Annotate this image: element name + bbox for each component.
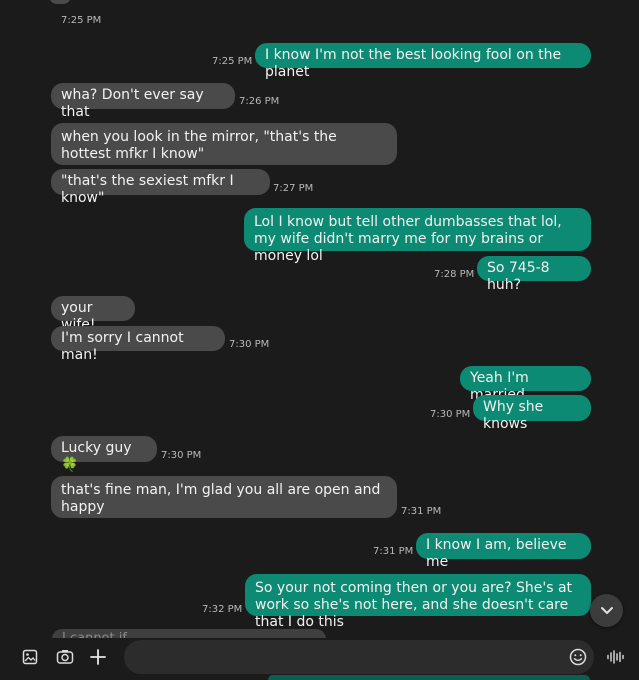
message-bubble-outgoing[interactable]: Lol I know but tell other dumbasses that… [244, 208, 591, 264]
plus-icon [90, 649, 106, 665]
timestamp: 7:25 PM [61, 15, 102, 26]
scroll-to-bottom-button[interactable] [590, 594, 623, 627]
timestamp: 7:30 PM [161, 450, 202, 461]
message-bubble-incoming[interactable]: Lucky guy 🍀 [51, 436, 157, 473]
timestamp: 7:31 PM [401, 506, 442, 517]
chat-screen: 7:25 PM I know I'm not the best looking … [0, 0, 639, 680]
timestamp: 7:31 PM [373, 546, 414, 557]
timestamp: 7:32 PM [202, 604, 243, 615]
timestamp: 7:27 PM [273, 183, 314, 194]
message-bubble-incoming[interactable]: that's fine man, I'm glad you all are op… [51, 476, 397, 518]
message-bubble-incoming[interactable]: your wife! [51, 296, 135, 333]
timestamp: 7:28 PM [434, 269, 475, 280]
camera-button[interactable] [53, 645, 77, 669]
attach-button[interactable] [86, 645, 110, 669]
camera-icon [56, 650, 74, 664]
voice-button[interactable] [603, 645, 627, 669]
message-bubble-outgoing[interactable]: I know I'm not the best looking fool on … [255, 43, 591, 80]
gallery-button[interactable] [18, 645, 42, 669]
message-bubble-incoming[interactable]: when you look in the mirror, "that's the… [51, 123, 397, 165]
message-bubble-outgoing[interactable]: I know I am, believe me [416, 533, 591, 570]
message-input[interactable] [138, 640, 562, 676]
emoji-button[interactable] [566, 645, 590, 669]
message-bubble-outgoing[interactable]: Why she knows [473, 395, 591, 432]
timestamp: 7:30 PM [430, 409, 471, 420]
message-bubble-incoming[interactable]: I'm sorry I cannot man! [51, 326, 225, 363]
chevron-down-icon [600, 606, 613, 614]
timestamp: 7:25 PM [212, 56, 253, 67]
message-bubble-incoming[interactable]: wha? Don't ever say that [51, 83, 235, 120]
message-bubble-outgoing[interactable]: Yeah I'm married [460, 366, 591, 403]
gallery-icon [22, 649, 38, 665]
message-bubble-outgoing[interactable]: So your not coming then or you are? She'… [245, 574, 591, 630]
previous-message-stub [49, 0, 71, 4]
timestamp: 7:30 PM [229, 339, 270, 350]
message-bubble-incoming-partial: I cannot if [52, 629, 326, 638]
emoji-icon [569, 648, 587, 666]
timestamp: 7:26 PM [239, 96, 280, 107]
message-input-container [124, 640, 594, 676]
voice-icon [607, 650, 624, 664]
message-bubble-incoming[interactable]: "that's the sexiest mfkr I know" [51, 169, 270, 206]
message-bubble-outgoing[interactable]: So 745-8 huh? [477, 256, 591, 293]
message-thread[interactable]: 7:25 PM I know I'm not the best looking … [0, 0, 639, 638]
message-composer [0, 638, 639, 680]
